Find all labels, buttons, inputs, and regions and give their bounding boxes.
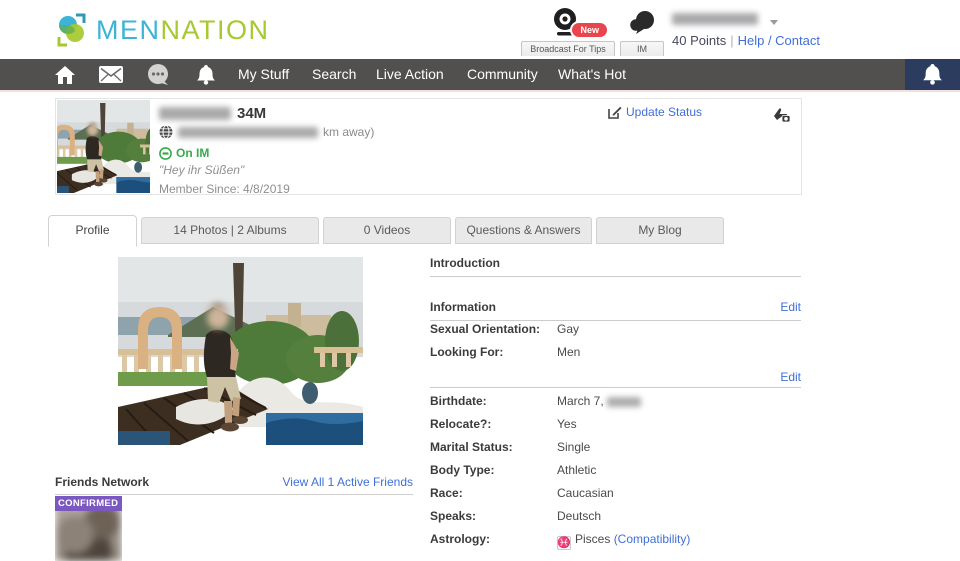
member-since: Member Since: 4/8/2019 [159, 182, 290, 196]
nav-whats-hot[interactable]: What's Hot [558, 59, 626, 90]
broadcast-for-tips-button[interactable]: New Broadcast For Tips [521, 4, 615, 56]
logo-icon [54, 11, 90, 49]
info-row-looking-for: Looking For:Men [430, 345, 801, 368]
distance-text: km away) [323, 125, 374, 139]
info-row-sexual-orientation: Sexual Orientation:Gay [430, 322, 801, 345]
new-badge: New [570, 21, 609, 39]
profile-main-photo[interactable] [118, 257, 363, 445]
tab-questions-answers[interactable]: Questions & Answers [455, 217, 592, 244]
nav-search[interactable]: Search [312, 59, 356, 90]
tab-videos[interactable]: 0 Videos [323, 217, 451, 244]
birth-year-redacted [607, 397, 641, 407]
main-nav: My Stuff Search Live Action Community Wh… [0, 59, 960, 90]
profile-header-card: 34M km away) On IM "Hey ihr Süßen" Membe… [55, 98, 802, 195]
im-status-text: On IM [176, 146, 209, 160]
pisces-icon: ♓ [557, 536, 571, 550]
logo-text-men: MEN [96, 15, 161, 45]
information-title: Information [430, 300, 496, 314]
profile-photo-thumbnail[interactable] [57, 100, 150, 193]
friends-network-section: Friends Network View All 1 Active Friend… [55, 475, 413, 495]
help-contact-link[interactable]: Help / Contact [738, 33, 820, 48]
friend-thumbnail[interactable]: CONFIRMED [55, 496, 122, 561]
location-redacted [178, 127, 318, 138]
logo-text-nation: NATION [161, 15, 270, 45]
nav-live-action[interactable]: Live Action [376, 59, 444, 90]
home-icon[interactable] [52, 59, 78, 90]
username-redacted [672, 13, 758, 25]
im-chat-icon [627, 8, 657, 38]
nav-community[interactable]: Community [467, 59, 538, 90]
info-row-race: Race:Caucasian [430, 486, 801, 509]
site-logo[interactable]: MENNATION [54, 11, 270, 49]
friends-network-title: Friends Network [55, 475, 149, 489]
astrology-sign: Pisces [575, 532, 610, 546]
online-im-icon [159, 147, 172, 160]
im-label: IM [620, 41, 664, 56]
confirmed-badge: CONFIRMED [55, 496, 122, 511]
broadcast-label: Broadcast For Tips [521, 41, 615, 56]
chat-icon[interactable] [145, 59, 171, 90]
introduction-title: Introduction [430, 256, 500, 270]
tab-photos-albums[interactable]: 14 Photos | 2 Albums [141, 217, 319, 244]
divider: | [726, 33, 737, 48]
update-status-link[interactable]: Update Status [608, 105, 702, 119]
information-edit-link[interactable]: Edit [780, 300, 801, 314]
profile-details-column: Introduction Information Edit Sexual Ori… [430, 250, 801, 561]
points-help-row: 40 Points|Help / Contact [672, 33, 820, 48]
info-row-body-type: Body Type:Athletic [430, 463, 801, 486]
info-row-marital-status: Marital Status:Single [430, 440, 801, 463]
info-row-relocate: Relocate?:Yes [430, 417, 801, 440]
info-row-speaks: Speaks:Deutsch [430, 509, 801, 532]
mail-icon[interactable] [98, 59, 124, 90]
globe-icon [159, 125, 173, 139]
notifications-panel-button[interactable] [905, 59, 960, 90]
bell-icon[interactable] [193, 59, 219, 90]
top-header: MENNATION New Broadcast For Tips IM 40 P… [0, 0, 960, 59]
info-row-birthdate: Birthdate: March 7, [430, 394, 801, 417]
chevron-down-icon [770, 20, 778, 25]
tab-profile[interactable]: Profile [48, 215, 137, 247]
profile-quote: "Hey ihr Süßen" [159, 163, 244, 177]
user-menu[interactable] [672, 12, 778, 30]
notification-bell-icon [923, 64, 942, 85]
compatibility-link[interactable]: (Compatibility) [614, 532, 691, 546]
im-button[interactable]: IM [620, 4, 664, 56]
points-link[interactable]: 40 Points [672, 33, 726, 48]
profile-username-redacted [159, 107, 231, 120]
info-row-astrology: Astrology: ♓Pisces (Compatibility) [430, 532, 801, 555]
view-all-friends-link[interactable]: View All 1 Active Friends [282, 475, 413, 489]
photo-verify-hand-icon[interactable] [771, 106, 791, 129]
tab-my-blog[interactable]: My Blog [596, 217, 724, 244]
nav-my-stuff[interactable]: My Stuff [238, 59, 289, 90]
details-edit-link[interactable]: Edit [780, 370, 801, 384]
age-gender: 34M [237, 105, 266, 122]
edit-pencil-icon [608, 105, 622, 119]
